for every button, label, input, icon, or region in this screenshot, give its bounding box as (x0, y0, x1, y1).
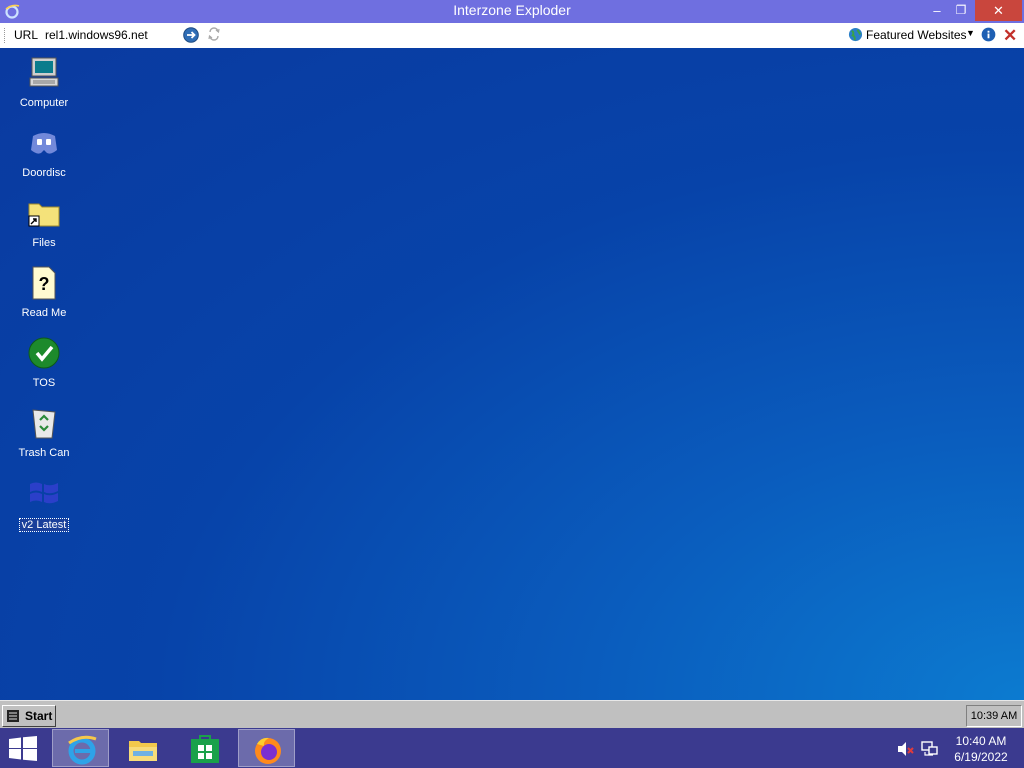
chevron-down-icon[interactable]: ▼ (966, 28, 975, 38)
checkmark-icon (28, 337, 60, 369)
computer-icon (29, 57, 59, 87)
start-logo-icon (7, 710, 19, 722)
desktop-icon-computer[interactable]: Computer (14, 56, 74, 109)
url-label: URL (14, 28, 39, 42)
stop-icon[interactable]: ✕ (1003, 26, 1017, 46)
desktop[interactable]: Computer Doordisc Files ? Read Me TOS Tr… (0, 48, 1024, 700)
featured-websites-menu[interactable]: Featured Websites (866, 28, 967, 42)
taskbar-store-button[interactable] (176, 729, 233, 767)
firefox-icon (255, 737, 281, 764)
close-button[interactable]: ✕ (975, 0, 1022, 21)
internet-explorer-icon (68, 735, 97, 765)
desktop-icon-label: Read Me (21, 307, 67, 319)
host-taskbar: 10:40 AM 6/19/2022 (0, 728, 1024, 768)
w96-clock: 10:39 AM (966, 705, 1022, 727)
host-clock[interactable]: 10:40 AM 6/19/2022 (948, 733, 1014, 765)
taskbar-file-explorer-button[interactable] (114, 729, 171, 767)
desktop-icon-label: TOS (32, 377, 56, 389)
store-icon (191, 735, 219, 763)
start-button[interactable]: Start (2, 705, 56, 727)
start-label: Start (25, 709, 53, 723)
restore-button[interactable]: ❐ (950, 0, 972, 21)
desktop-icon-label: Files (32, 237, 56, 249)
help-document-icon: ? (32, 266, 56, 300)
taskbar-ie-button[interactable] (52, 729, 109, 767)
network-icon[interactable] (921, 741, 939, 757)
desktop-icon-label: v2 Latest (18, 518, 70, 532)
globe-icon (848, 27, 863, 42)
window-title: Interzone Exploder (453, 2, 571, 18)
desktop-icon-files[interactable]: Files (14, 196, 74, 249)
url-input[interactable]: rel1.windows96.net (45, 28, 148, 42)
desktop-icon-label: Computer (19, 97, 69, 109)
minimize-button[interactable]: ‒ (926, 0, 948, 21)
browser-titlebar[interactable]: Interzone Exploder ‒ ❐ ✕ (0, 0, 1024, 23)
toolbar-grip[interactable] (4, 28, 7, 43)
doordisc-icon (31, 133, 57, 154)
w96-taskbar: Start 10:39 AM (0, 700, 1024, 729)
desktop-icon-v2-latest[interactable]: v2 Latest (14, 476, 74, 533)
folder-shortcut-icon (28, 203, 60, 227)
desktop-icon-tos[interactable]: TOS (14, 336, 74, 389)
taskbar-firefox-button[interactable] (238, 729, 295, 767)
refresh-icon[interactable] (207, 26, 221, 42)
file-explorer-icon (129, 741, 157, 761)
address-bar: URL rel1.windows96.net Featured Websites… (0, 23, 1024, 49)
host-time: 10:40 AM (955, 734, 1007, 748)
volume-muted-icon[interactable] (897, 741, 915, 757)
go-arrow-icon[interactable] (183, 27, 199, 43)
windows-flag-icon (30, 482, 58, 504)
svg-text:?: ? (39, 274, 50, 294)
desktop-icon-label: Doordisc (22, 167, 66, 179)
recycle-bin-icon (32, 409, 56, 439)
desktop-icon-read-me[interactable]: ? Read Me (14, 266, 74, 319)
desktop-icon-trash-can[interactable]: Trash Can (14, 406, 74, 459)
host-date: 6/19/2022 (954, 750, 1008, 764)
windows-start-icon[interactable] (8, 736, 38, 761)
desktop-icon-label: Trash Can (18, 447, 70, 459)
info-icon[interactable] (981, 27, 996, 42)
desktop-icon-doordisc[interactable]: Doordisc (14, 126, 74, 179)
